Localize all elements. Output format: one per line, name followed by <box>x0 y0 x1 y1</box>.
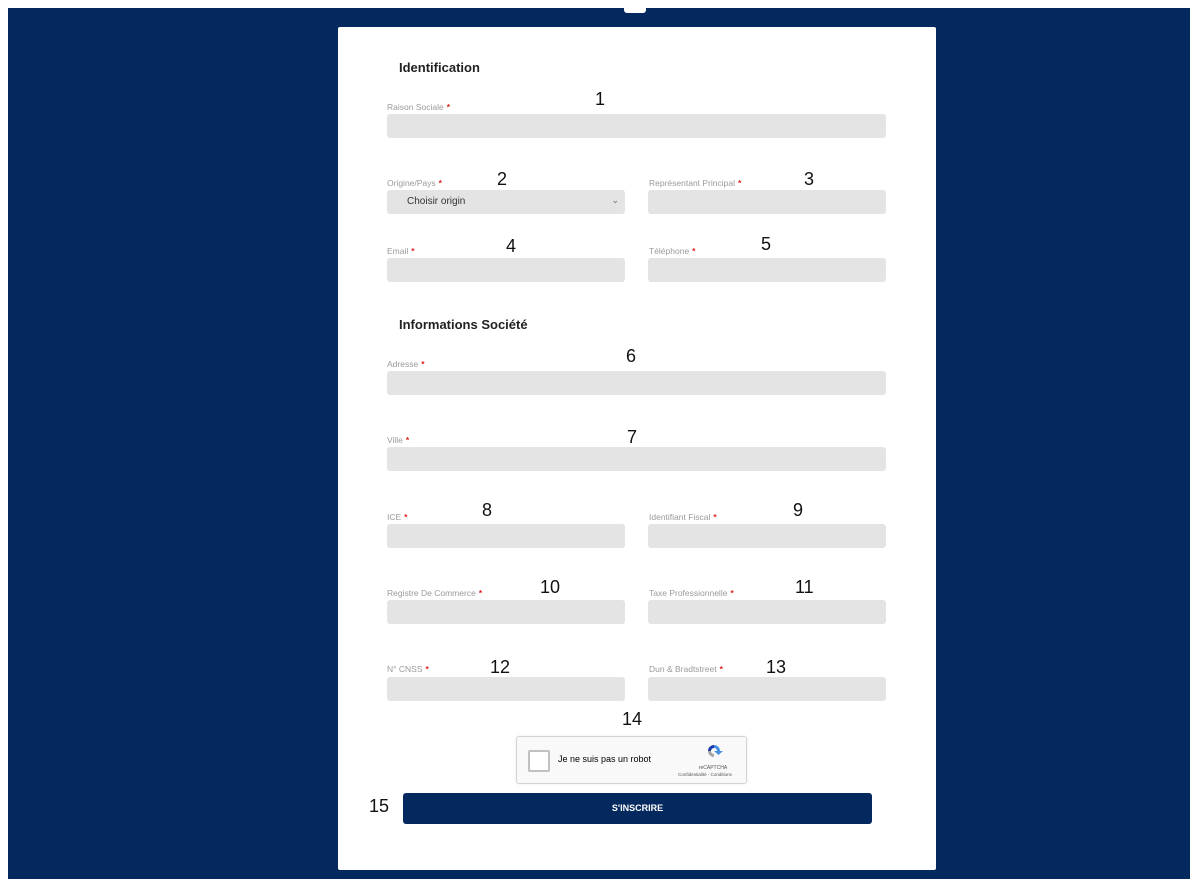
annotation-number-7: 7 <box>627 427 638 447</box>
cnss-label: N° CNSS * <box>387 664 429 674</box>
dun-input[interactable] <box>648 677 886 701</box>
ice-label: ICE * <box>387 512 408 522</box>
ice-input[interactable] <box>387 524 625 548</box>
origine-pays-selected-value: Choisir origin <box>407 196 466 207</box>
annotation-number-1: 1 <box>595 89 606 109</box>
dun-label: Dun & Bradtstreet * <box>649 664 723 674</box>
representant-label: Représentant Principal * <box>649 178 742 188</box>
origine-pays-label: Origine/Pays * <box>387 178 442 188</box>
representant-input[interactable] <box>648 190 886 214</box>
annotation-number-9: 9 <box>793 500 804 520</box>
registration-form-card: Identification Raison Sociale * 1 Origine… <box>338 27 936 870</box>
taxe-pro-input[interactable] <box>648 600 886 624</box>
recaptcha-widget: Je ne suis pas un robot reCAPTCHA Confid… <box>516 736 747 784</box>
section-title-identification: Identification <box>399 60 480 75</box>
annotation-number-5: 5 <box>761 234 772 254</box>
adresse-label: Adresse * <box>387 359 425 369</box>
annotation-number-14: 14 <box>622 709 643 729</box>
top-handle <box>624 8 646 13</box>
ville-label: Ville * <box>387 435 410 445</box>
annotation-number-13: 13 <box>766 657 787 677</box>
recaptcha-brand: reCAPTCHA <box>698 765 728 771</box>
annotation-number-3: 3 <box>804 169 815 189</box>
annotation-number-2: 2 <box>497 169 508 189</box>
email-label: Email * <box>387 246 415 256</box>
origine-pays-select[interactable]: Choisir origin ⌄ <box>387 190 625 214</box>
cnss-input[interactable] <box>387 677 625 701</box>
telephone-input[interactable] <box>648 258 886 282</box>
raison-sociale-input[interactable] <box>387 114 886 138</box>
identifiant-fiscal-input[interactable] <box>648 524 886 548</box>
submit-button[interactable]: S'INSCRIRE <box>403 793 872 824</box>
adresse-input[interactable] <box>387 371 886 395</box>
recaptcha-terms-link[interactable]: Confidentialité - Conditions <box>667 772 743 777</box>
recaptcha-label: Je ne suis pas un robot <box>558 754 652 764</box>
annotation-number-11: 11 <box>795 577 814 597</box>
annotation-number-10: 10 <box>540 577 561 597</box>
annotation-number-6: 6 <box>626 346 637 366</box>
telephone-label: Téléphone * <box>649 246 696 256</box>
identifiant-fiscal-label: Identifiant Fiscal * <box>649 512 717 522</box>
section-title-informations-societe: Informations Société <box>399 317 528 332</box>
annotation-number-15: 15 <box>369 796 390 816</box>
ville-input[interactable] <box>387 447 886 471</box>
registre-commerce-input[interactable] <box>387 600 625 624</box>
registre-commerce-label: Registre De Commerce * <box>387 588 483 598</box>
email-input[interactable] <box>387 258 625 282</box>
annotation-number-4: 4 <box>506 236 517 256</box>
chevron-down-icon: ⌄ <box>611 195 619 205</box>
annotation-number-8: 8 <box>482 500 493 520</box>
taxe-pro-label: Taxe Professionnelle * <box>649 588 734 598</box>
recaptcha-checkbox[interactable] <box>528 750 550 772</box>
raison-sociale-label: Raison Sociale * <box>387 102 451 112</box>
annotation-number-12: 12 <box>490 657 511 677</box>
recaptcha-logo-icon <box>708 745 723 757</box>
